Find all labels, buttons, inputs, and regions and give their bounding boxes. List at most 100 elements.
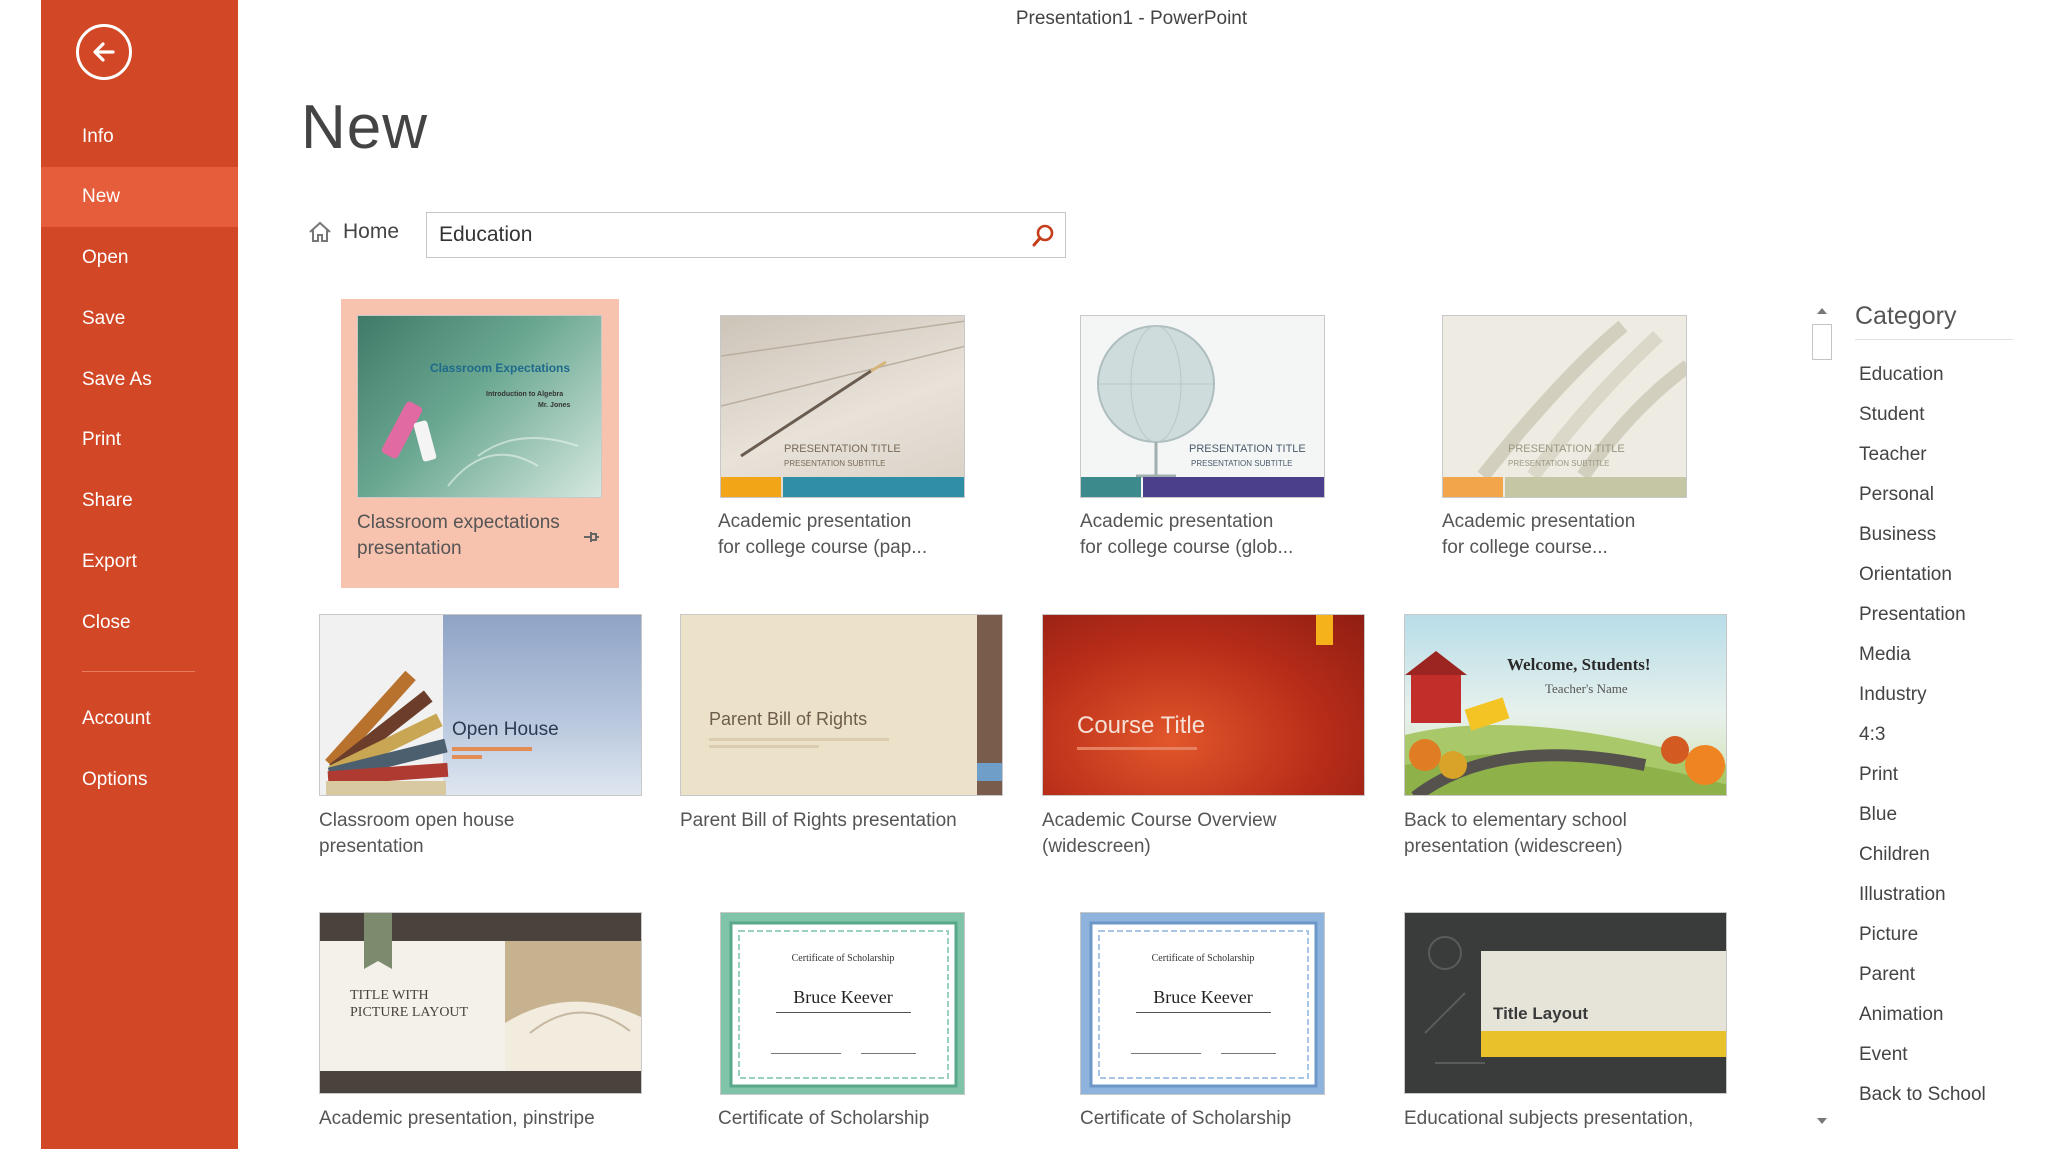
caption-line-2: for college course (glob... xyxy=(1080,537,1294,558)
category-item-4-3[interactable]: 4:3 xyxy=(1859,724,1885,746)
thumbnail-art: Course Title xyxy=(1077,615,1333,750)
category-item-back-to-school[interactable]: Back to School xyxy=(1859,1084,1986,1106)
category-item-blue[interactable]: Blue xyxy=(1859,804,1897,826)
caption-line-1: Academic presentation xyxy=(1442,511,1636,532)
template-certificate-green[interactable]: Certificate of Scholarship Bruce Keever … xyxy=(718,910,968,1140)
caption-line-1: Classroom expectations xyxy=(357,512,560,533)
category-item-media[interactable]: Media xyxy=(1859,644,1911,666)
template-thumbnail: Welcome, Students! Teacher's Name xyxy=(1404,614,1727,796)
category-item-business[interactable]: Business xyxy=(1859,524,1936,546)
thumb-name: Bruce Keever xyxy=(793,987,892,1007)
template-caption: Academic presentation for college course… xyxy=(1080,509,1293,561)
back-button[interactable] xyxy=(76,24,132,80)
thumb-title: Classroom Expectations xyxy=(430,361,570,375)
template-thumbnail: Certificate of Scholarship Bruce Keever xyxy=(720,912,965,1095)
nav-share[interactable]: Share xyxy=(41,471,238,531)
template-parent-bill-of-rights[interactable]: Parent Bill of Rights Parent Bill of Rig… xyxy=(680,612,1005,874)
nav-print[interactable]: Print xyxy=(41,410,238,470)
category-item-parent[interactable]: Parent xyxy=(1859,964,1915,986)
template-classroom-expectations[interactable]: Classroom Expectations Introduction to A… xyxy=(341,299,619,588)
template-academic-globe[interactable]: PRESENTATION TITLE PRESENTATION SUBTITLE… xyxy=(1080,313,1330,575)
category-title: Category xyxy=(1855,302,1957,330)
caption-line-2: presentation xyxy=(357,538,462,559)
thumb-title: Open House xyxy=(452,719,559,740)
search-icon[interactable] xyxy=(1029,222,1057,250)
thumb-title: Certificate of Scholarship xyxy=(792,953,895,964)
nav-export[interactable]: Export xyxy=(41,532,238,592)
category-divider xyxy=(1855,339,2013,340)
thumbnail-art: Certificate of Scholarship Bruce Keever xyxy=(1089,921,1318,1088)
nav-options[interactable]: Options xyxy=(41,750,238,810)
scroll-up-arrow-icon[interactable] xyxy=(1811,300,1833,322)
nav-separator xyxy=(82,671,195,672)
category-item-picture[interactable]: Picture xyxy=(1859,924,1918,946)
category-item-personal[interactable]: Personal xyxy=(1859,484,1934,506)
caption-line-2: for college course... xyxy=(1442,537,1608,558)
category-item-event[interactable]: Event xyxy=(1859,1044,1908,1066)
template-caption: Certificate of Scholarship xyxy=(1080,1106,1291,1132)
thumbnail-art: PRESENTATION TITLE PRESENTATION SUBTITLE xyxy=(1081,325,1324,497)
category-item-student[interactable]: Student xyxy=(1859,404,1925,426)
home-link[interactable]: Home xyxy=(307,220,399,244)
nav-info[interactable]: Info xyxy=(41,107,238,167)
thumb-title-line-2: PICTURE LAYOUT xyxy=(350,1005,469,1020)
thumbnail-art: PRESENTATION TITLE PRESENTATION SUBTITLE xyxy=(1443,320,1686,497)
caption-line-1: Parent Bill of Rights presentation xyxy=(680,810,957,831)
category-item-print[interactable]: Print xyxy=(1859,764,1898,786)
thumb-title: Course Title xyxy=(1077,712,1205,739)
template-certificate-blue[interactable]: Certificate of Scholarship Bruce Keever … xyxy=(1080,910,1330,1140)
nav-close[interactable]: Close xyxy=(41,593,238,653)
template-caption: Certificate of Scholarship xyxy=(718,1106,929,1132)
thumb-subtitle: Introduction to Algebra xyxy=(486,391,563,398)
template-caption: Back to elementary school presentation (… xyxy=(1404,808,1627,860)
pin-icon[interactable] xyxy=(581,527,601,547)
category-item-industry[interactable]: Industry xyxy=(1859,684,1927,706)
page-title: New xyxy=(301,93,429,162)
category-item-presentation[interactable]: Presentation xyxy=(1859,604,1966,626)
thumb-name: Bruce Keever xyxy=(1153,987,1252,1007)
template-thumbnail: Classroom Expectations Introduction to A… xyxy=(357,315,602,498)
template-academic-course-overview[interactable]: Course Title Academic Course Overview (w… xyxy=(1042,612,1367,874)
template-caption: Academic Course Overview (widescreen) xyxy=(1042,808,1276,860)
template-educational-subjects[interactable]: Title Layout Educational subjects presen… xyxy=(1404,910,1729,1140)
scroll-down-arrow-icon[interactable] xyxy=(1811,1110,1833,1132)
template-thumbnail: Parent Bill of Rights xyxy=(680,614,1003,796)
template-open-house[interactable]: Open House Classroom open house presenta… xyxy=(319,612,644,874)
template-academic-pinstripe[interactable]: TITLE WITH PICTURE LAYOUT Academic prese… xyxy=(319,910,644,1140)
category-item-orientation[interactable]: Orientation xyxy=(1859,564,1952,586)
category-item-teacher[interactable]: Teacher xyxy=(1859,444,1927,466)
thumbnail-art: Parent Bill of Rights xyxy=(709,615,1002,795)
category-item-children[interactable]: Children xyxy=(1859,844,1930,866)
nav-save-as[interactable]: Save As xyxy=(41,350,238,410)
category-scrollbar[interactable] xyxy=(1811,300,1833,1134)
template-academic-paper[interactable]: PRESENTATION TITLE PRESENTATION SUBTITLE… xyxy=(718,313,968,575)
template-academic-book[interactable]: PRESENTATION TITLE PRESENTATION SUBTITLE… xyxy=(1442,313,1692,575)
backstage-sidebar: Info New Open Save Save As Print Share E… xyxy=(41,0,238,1149)
thumb-title: Title Layout xyxy=(1493,1004,1588,1023)
nav-save[interactable]: Save xyxy=(41,289,238,349)
template-caption: Academic presentation, pinstripe xyxy=(319,1106,595,1132)
category-item-illustration[interactable]: Illustration xyxy=(1859,884,1946,906)
thumbnail-art: Open House xyxy=(320,615,559,795)
search-input[interactable] xyxy=(439,213,999,257)
scrollbar-thumb[interactable] xyxy=(1812,324,1832,360)
template-back-to-elementary-school[interactable]: Welcome, Students! Teacher's Name Back t… xyxy=(1404,612,1729,874)
nav-open[interactable]: Open xyxy=(41,228,238,288)
thumb-subtitle: Teacher's Name xyxy=(1545,681,1628,696)
category-item-animation[interactable]: Animation xyxy=(1859,1004,1944,1026)
template-caption: Educational subjects presentation, xyxy=(1404,1106,1693,1132)
thumb-author: Mr. Jones xyxy=(538,402,570,409)
template-thumbnail: Title Layout xyxy=(1404,912,1727,1094)
nav-new[interactable]: New xyxy=(41,167,238,227)
thumbnail-art: Welcome, Students! Teacher's Name xyxy=(1405,651,1726,795)
template-thumbnail: Certificate of Scholarship Bruce Keever xyxy=(1080,912,1325,1095)
template-thumbnail: Open House xyxy=(319,614,642,796)
category-item-education[interactable]: Education xyxy=(1859,364,1944,386)
caption-line-1: Certificate of Scholarship xyxy=(1080,1108,1292,1129)
thumbnail-art: TITLE WITH PICTURE LAYOUT xyxy=(320,913,641,1093)
nav-account[interactable]: Account xyxy=(41,689,238,749)
caption-line-1: Back to elementary school xyxy=(1404,810,1627,831)
thumbnail-art: Title Layout xyxy=(1424,936,1726,1064)
thumb-title: Parent Bill of Rights xyxy=(709,709,867,729)
template-thumbnail: PRESENTATION TITLE PRESENTATION SUBTITLE xyxy=(720,315,965,498)
